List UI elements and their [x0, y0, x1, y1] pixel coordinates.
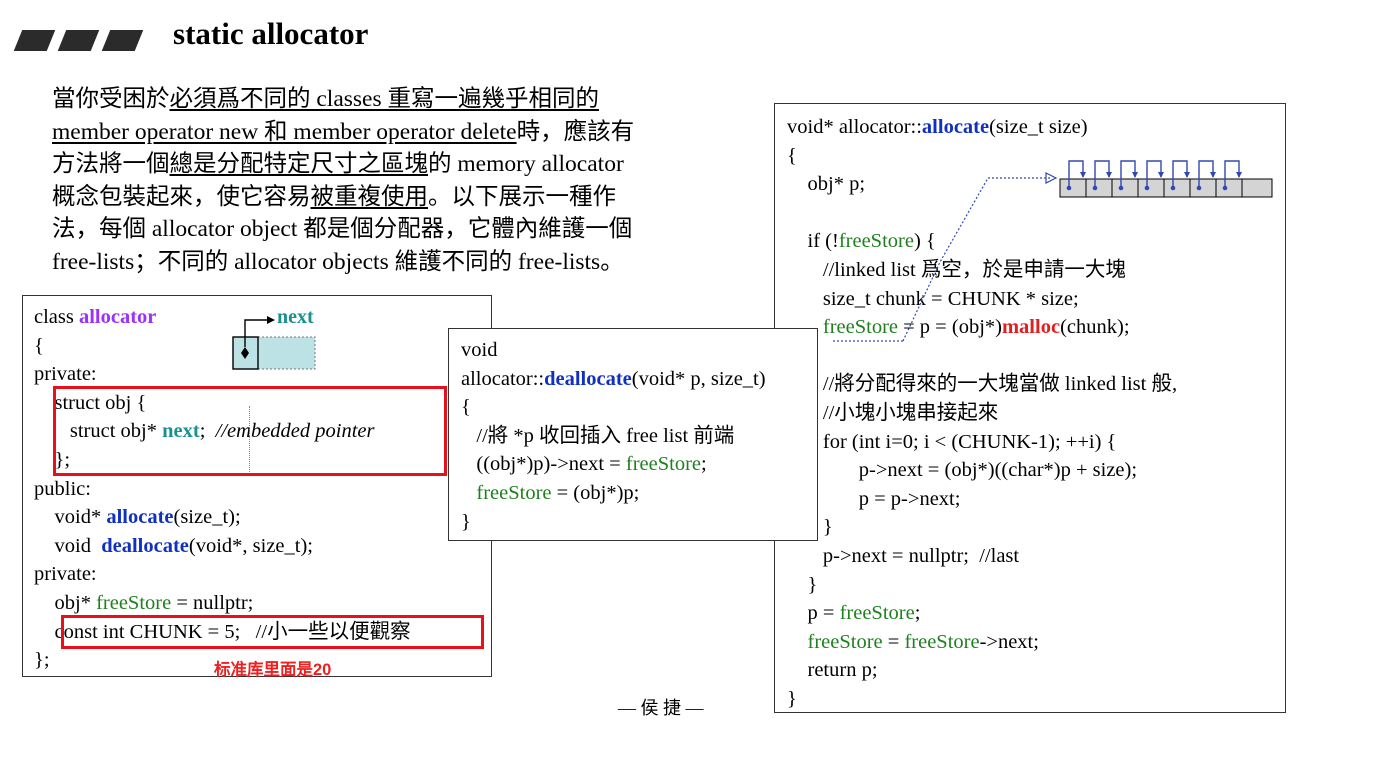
code-text: {	[461, 396, 471, 419]
code-text: void	[461, 339, 498, 361]
code-text: (void* p, size_t)	[631, 367, 766, 390]
author-footer: — 侯 捷 —	[618, 698, 704, 718]
deallocate-code-box: void allocator::deallocate(void* p, size…	[448, 328, 818, 541]
freestore-name: freeStore	[625, 453, 701, 476]
freestore-name: freeStore	[476, 481, 552, 504]
code-text: }	[461, 510, 471, 533]
code-text: ;	[701, 453, 707, 476]
deallocate-name: deallocate	[544, 367, 632, 390]
code-text: = (obj*)p;	[551, 481, 640, 504]
deallocate-code: void allocator::deallocate(void* p, size…	[461, 336, 766, 536]
code-text: allocator::	[461, 367, 545, 390]
code-text: //將 *p 收回插入 free list 前端	[461, 424, 735, 447]
code-text: ((obj*)p)->next =	[461, 453, 626, 476]
